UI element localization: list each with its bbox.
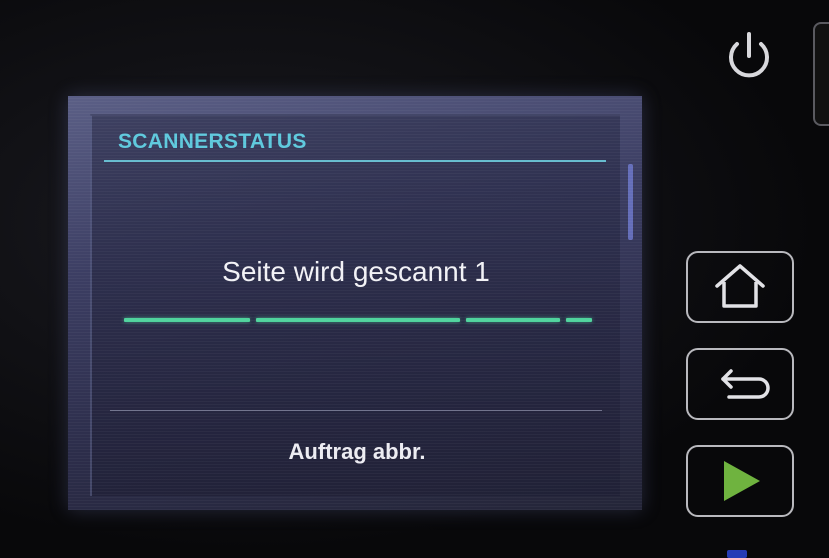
- scanner-status-panel: SCANNERSTATUS Seite wird gescannt 1 Auft…: [90, 114, 633, 496]
- scan-status-message: Seite wird gescannt 1: [222, 256, 490, 287]
- bezel-edge: [813, 22, 829, 126]
- progress-segment: [466, 318, 560, 322]
- start-button[interactable]: [686, 445, 794, 517]
- scrollbar[interactable]: [628, 164, 633, 240]
- progress-segment: [124, 318, 250, 322]
- scan-progress-bar: [124, 318, 592, 322]
- progress-segment: [256, 318, 460, 322]
- panel-title: SCANNERSTATUS: [118, 130, 307, 153]
- home-icon: [715, 264, 765, 308]
- back-button[interactable]: [686, 348, 794, 420]
- cancel-job-button[interactable]: Auftrag abbr.: [104, 416, 610, 488]
- title-underline: [104, 160, 606, 162]
- power-icon: [729, 32, 769, 78]
- status-led: [727, 550, 747, 558]
- home-button[interactable]: [686, 251, 794, 323]
- progress-segment: [566, 318, 592, 322]
- touchscreen: SCANNERSTATUS Seite wird gescannt 1 Auft…: [68, 96, 642, 510]
- play-icon: [724, 461, 760, 501]
- back-arrow-icon: [721, 369, 770, 399]
- printer-control-panel: SCANNERSTATUS Seite wird gescannt 1 Auft…: [0, 0, 829, 558]
- divider: [110, 410, 602, 411]
- power-button[interactable]: [722, 26, 776, 84]
